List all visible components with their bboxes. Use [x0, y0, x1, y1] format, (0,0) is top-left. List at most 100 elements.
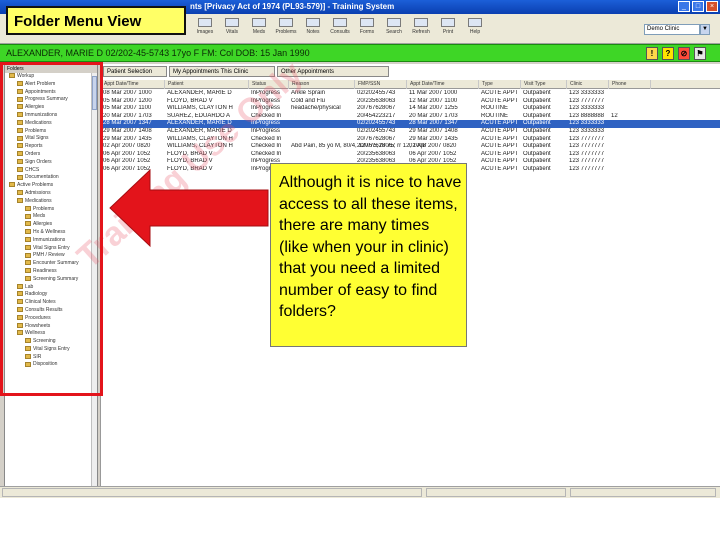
- toolbar-button[interactable]: Images: [193, 18, 217, 40]
- table-cell: ALEXANDER, MARIE D: [167, 127, 232, 134]
- column-header[interactable]: Clinic: [569, 80, 609, 89]
- table-row[interactable]: 05 Mar 2007 1100 WILLIAMS, CLAYTON H InPro…: [101, 105, 720, 113]
- close-icon[interactable]: ×: [706, 1, 718, 12]
- toolbar-button[interactable]: Meds: [247, 18, 271, 40]
- column-header[interactable]: Reason: [291, 80, 355, 89]
- table-cell: 02 Apr 2007 0820: [103, 143, 151, 150]
- slide-label: Folder Menu View: [6, 6, 186, 35]
- toolbar-button-label: Search: [386, 29, 402, 35]
- toolbar-button-label: Help: [469, 29, 481, 35]
- help-icon[interactable]: ?: [662, 47, 674, 60]
- flag-icon[interactable]: ⚑: [694, 47, 706, 60]
- toolbar-button-icon: [468, 18, 482, 27]
- column-header[interactable]: FMP/SSN: [357, 80, 407, 89]
- toolbar-button[interactable]: Refresh: [409, 18, 433, 40]
- toolbar-button[interactable]: Print: [436, 18, 460, 40]
- toolbar-button-icon: [360, 18, 374, 27]
- column-header[interactable]: Visit Type: [523, 80, 567, 89]
- slide: nts [Privacy Act of 1974 (PL93-579)] - T…: [0, 0, 720, 540]
- minimize-icon[interactable]: _: [678, 1, 690, 12]
- column-header[interactable]: Phone: [611, 80, 651, 89]
- table-cell: 29 Mar 2007 1435: [103, 135, 152, 142]
- patient-banner[interactable]: ALEXANDER, MARIE D 02/202-45-5743 17yo F…: [0, 44, 720, 62]
- column-header[interactable]: Status: [251, 80, 289, 89]
- table-cell: InProgress: [251, 90, 281, 96]
- table-row[interactable]: 05 Mar 2007 1200 FLOYD, BRAD V InProgress C…: [101, 98, 720, 106]
- grid-tab[interactable]: My Appointments This Clinic: [169, 66, 275, 77]
- maximize-icon[interactable]: □: [692, 1, 704, 12]
- status-bar: [0, 486, 720, 498]
- table-cell: ACUTE APPT: [481, 97, 519, 104]
- table-row[interactable]: 08 Mar 2007 1000 ALEXANDER, MARIE D InProg…: [101, 90, 720, 98]
- table-cell: ROUTINE: [481, 105, 508, 112]
- status-cell: [2, 488, 422, 497]
- table-cell: [611, 105, 651, 113]
- table-cell: 123 3333333: [569, 105, 605, 112]
- table-cell: Outpatient: [523, 105, 551, 112]
- patient-demographics: ALEXANDER, MARIE D 02/202-45-5743 17yo F…: [6, 48, 310, 58]
- alert-icon[interactable]: !: [646, 47, 658, 60]
- column-header[interactable]: Patient: [167, 80, 249, 89]
- table-cell: Outpatient: [523, 165, 551, 172]
- column-header[interactable]: Appt Date/Time: [409, 80, 479, 89]
- table-cell: WILLIAMS, CLAYTON H: [167, 105, 233, 112]
- toolbar-button[interactable]: Problems: [274, 18, 298, 40]
- table-cell: 20 Mar 2007 1703: [409, 112, 458, 119]
- toolbar-button[interactable]: Forms: [355, 18, 379, 40]
- table-row[interactable]: 29 Mar 2007 1408 ALEXANDER, MARIE D InProg…: [101, 128, 720, 136]
- toolbar-button-icon: [387, 18, 401, 27]
- status-cell: [426, 488, 566, 497]
- table-row[interactable]: 20 Mar 2007 1703 SUAREZ, EDUARDO A Checked…: [101, 113, 720, 121]
- table-cell: SUAREZ, EDUARDO A: [167, 112, 231, 119]
- table-row[interactable]: 02 Apr 2007 0820 WILLIAMS, CLAYTON H Check…: [101, 143, 720, 151]
- table-cell: [611, 166, 651, 174]
- table-row[interactable]: 29 Mar 2007 1435 WILLIAMS, CLAYTON H Check…: [101, 136, 720, 144]
- window-controls: _ □ ×: [678, 1, 718, 12]
- table-cell: FLOYD, BRAD V: [167, 150, 213, 157]
- toolbar-button-icon: [279, 18, 293, 27]
- table-cell: 11 Mar 2007 1000: [409, 90, 458, 96]
- table-cell: [611, 90, 651, 98]
- column-header[interactable]: Type: [481, 80, 521, 89]
- table-cell: 123 7777777: [569, 97, 605, 104]
- column-header[interactable]: Appt Date/Time: [103, 80, 165, 89]
- table-cell: 29 Mar 2007 1408: [103, 127, 152, 134]
- toolbar-button-label: Meds: [252, 29, 266, 35]
- grid-tab[interactable]: Other Appointments: [277, 66, 389, 77]
- table-cell: [611, 98, 651, 106]
- table-cell: 29 Mar 2007 1408: [409, 127, 458, 134]
- table-cell: 12: [611, 112, 618, 119]
- grid-tab[interactable]: Patient Selection: [103, 66, 167, 77]
- table-cell: ROUTINE: [481, 112, 508, 119]
- toolbar-button-icon: [225, 18, 239, 27]
- grid-body: 08 Mar 2007 1000 ALEXANDER, MARIE D InProg…: [101, 90, 720, 174]
- chevron-down-icon[interactable]: ▼: [700, 24, 710, 35]
- toolbar-button[interactable]: Vitals: [220, 18, 244, 40]
- table-cell: [611, 151, 651, 159]
- table-row[interactable]: 28 Mar 2007 1347 ALEXANDER, MARIE D InProg…: [101, 120, 720, 128]
- table-cell: ACUTE APPT: [481, 158, 519, 165]
- table-cell: ACUTE APPT: [481, 127, 519, 134]
- toolbar-button-label: Problems: [275, 29, 297, 35]
- table-cell: InProgress: [251, 97, 281, 104]
- no-entry-icon[interactable]: ⊘: [678, 47, 690, 60]
- table-cell: Outpatient: [523, 150, 551, 157]
- table-cell: InProgress: [251, 120, 281, 127]
- table-cell: 06 Apr 2007 1052: [103, 150, 151, 157]
- toolbar-button[interactable]: Help: [463, 18, 487, 40]
- table-cell: Outpatient: [523, 127, 551, 134]
- location-select[interactable]: Demo Clinic: [644, 24, 700, 35]
- table-cell: [611, 136, 651, 144]
- toolbar-button[interactable]: Notes: [301, 18, 325, 40]
- table-cell: 123 7777777: [569, 143, 605, 150]
- table-cell: 06 Apr 2007 1052: [103, 158, 151, 165]
- toolbar-button[interactable]: Consults: [328, 18, 352, 40]
- toolbar-button-icon: [252, 18, 266, 27]
- table-row[interactable]: 06 Apr 2007 1052 FLOYD, BRAD V Checked In 2…: [101, 151, 720, 159]
- toolbar-button[interactable]: Search: [382, 18, 406, 40]
- table-cell: 20/767628067: [357, 135, 396, 142]
- table-cell: 28 Mar 2007 1347: [103, 120, 152, 127]
- table-cell: [611, 143, 651, 151]
- table-cell: Outpatient: [523, 143, 551, 150]
- table-cell: Outpatient: [523, 135, 551, 142]
